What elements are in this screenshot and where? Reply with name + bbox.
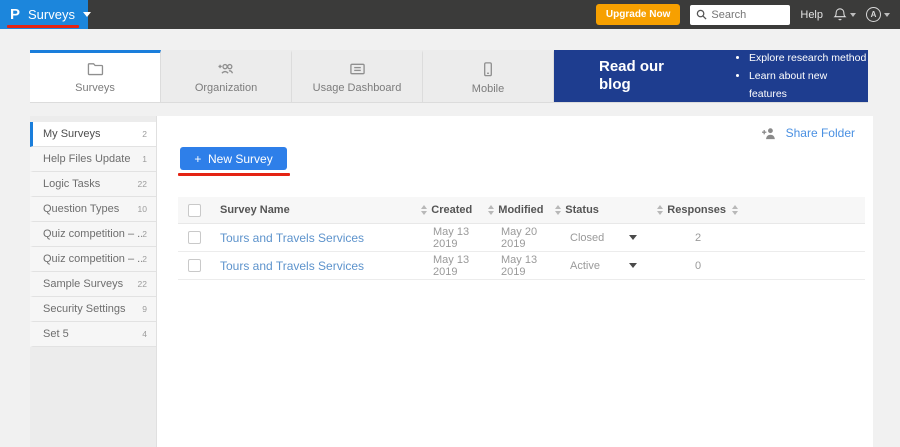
folder-count: 4 (142, 329, 147, 339)
read-our-blog-banner[interactable]: Read our blog Explore research method Le… (554, 50, 868, 102)
new-survey-button[interactable]: + New Survey (180, 147, 287, 170)
status-dropdown[interactable]: Active (555, 260, 653, 272)
sort-icon[interactable] (488, 205, 494, 215)
table-row: Tours and Travels Services May 13 2019 M… (178, 252, 865, 280)
folder-count: 2 (142, 254, 147, 264)
share-folder-link[interactable]: Share Folder (761, 126, 855, 140)
top-bar: P Surveys Upgrade Now Help A (0, 0, 900, 29)
survey-name-link[interactable]: Tours and Travels Services (220, 231, 364, 245)
sidebar-item-my-surveys[interactable]: My Surveys 2 (30, 122, 156, 147)
column-header-modified[interactable]: Modified (485, 204, 552, 216)
notifications-menu[interactable] (833, 7, 856, 22)
help-link[interactable]: Help (800, 9, 823, 21)
sidebar-item-quiz-competition-1[interactable]: Quiz competition – ... 2 (30, 222, 156, 247)
share-person-icon (761, 127, 778, 140)
primary-tabs: Surveys Organization Usage Dashboard Mob… (30, 50, 868, 103)
row-checkbox[interactable] (188, 259, 201, 272)
blog-bullet: Explore research method (749, 49, 868, 67)
avatar: A (866, 7, 881, 22)
chevron-down-icon (83, 12, 91, 17)
chevron-down-icon (629, 235, 637, 240)
column-header-status[interactable]: Status (552, 204, 650, 216)
bell-icon (833, 7, 847, 22)
tab-surveys[interactable]: Surveys (30, 50, 161, 102)
add-people-icon (216, 61, 236, 77)
tab-label: Surveys (75, 82, 115, 94)
blog-banner-bullets: Explore research method Learn about new … (737, 49, 868, 103)
sort-icon[interactable] (657, 205, 663, 215)
sidebar-item-security-settings[interactable]: Security Settings 9 (30, 297, 156, 322)
main-panel: My Surveys 2 Help Files Update 1 Logic T… (30, 116, 873, 447)
tab-organization[interactable]: Organization (161, 50, 292, 102)
dashboard-icon (348, 61, 367, 77)
created-date: May 13 2019 (421, 226, 488, 250)
responses-count: 0 (653, 260, 738, 272)
column-header-responses[interactable]: Responses (650, 204, 738, 216)
table-header-row: Survey Name Created Modified Status Resp… (178, 197, 865, 224)
proprofs-logo-icon: P (10, 7, 20, 22)
search-icon (696, 9, 707, 20)
search-box[interactable] (690, 5, 790, 25)
annotation-underline-new-survey (178, 173, 290, 176)
status-dropdown[interactable]: Closed (555, 232, 653, 244)
folder-count: 2 (142, 129, 147, 139)
status-value: Closed (570, 232, 604, 244)
column-header-survey-name[interactable]: Survey Name (215, 204, 418, 216)
row-checkbox[interactable] (188, 231, 201, 244)
tab-label: Usage Dashboard (313, 82, 402, 94)
select-all-checkbox[interactable] (188, 204, 201, 217)
folder-count: 10 (138, 204, 147, 214)
plus-icon: + (194, 152, 201, 166)
column-header-created[interactable]: Created (418, 204, 485, 216)
created-date: May 13 2019 (421, 254, 488, 278)
table-row: Tours and Travels Services May 13 2019 M… (178, 224, 865, 252)
sort-icon[interactable] (555, 205, 561, 215)
tab-mobile[interactable]: Mobile (423, 50, 554, 102)
chevron-down-icon (850, 13, 856, 17)
annotation-underline-surveys (7, 25, 79, 28)
folder-count: 2 (142, 229, 147, 239)
sidebar-item-logic-tasks[interactable]: Logic Tasks 22 (30, 172, 156, 197)
sort-icon[interactable] (732, 205, 738, 215)
tab-label: Organization (195, 82, 257, 94)
surveys-table: Survey Name Created Modified Status Resp… (178, 197, 865, 280)
sidebar-item-help-files-update[interactable]: Help Files Update 1 (30, 147, 156, 172)
chevron-down-icon (629, 263, 637, 268)
modified-date: May 20 2019 (488, 226, 555, 250)
responses-count: 2 (653, 232, 738, 244)
tab-usage-dashboard[interactable]: Usage Dashboard (292, 50, 423, 102)
upgrade-now-button[interactable]: Upgrade Now (596, 4, 680, 25)
folder-count: 9 (142, 304, 147, 314)
chevron-down-icon (884, 13, 890, 17)
blog-banner-title: Read our blog (599, 58, 679, 94)
folder-count: 1 (142, 154, 147, 164)
tab-label: Mobile (472, 83, 504, 95)
sidebar-item-set-5[interactable]: Set 5 4 (30, 322, 156, 347)
sidebar-item-question-types[interactable]: Question Types 10 (30, 197, 156, 222)
folders-sidebar: My Surveys 2 Help Files Update 1 Logic T… (30, 116, 157, 447)
search-input[interactable] (711, 9, 781, 21)
sidebar-item-sample-surveys[interactable]: Sample Surveys 22 (30, 272, 156, 297)
mobile-icon (480, 61, 496, 78)
folder-icon (86, 61, 105, 77)
sort-icon[interactable] (421, 205, 427, 215)
header-checkbox-cell (178, 204, 215, 217)
modified-date: May 13 2019 (488, 254, 555, 278)
status-value: Active (570, 260, 600, 272)
product-switcher[interactable]: P Surveys (0, 0, 88, 29)
folder-count: 22 (138, 279, 147, 289)
surveys-content: Share Folder + New Survey Survey Name Cr… (157, 116, 873, 447)
blog-bullet: Learn about new features (749, 67, 868, 103)
account-menu[interactable]: A (866, 7, 890, 22)
product-label: Surveys (28, 7, 75, 22)
sidebar-item-quiz-competition-2[interactable]: Quiz competition – ... 2 (30, 247, 156, 272)
folder-count: 22 (138, 179, 147, 189)
survey-name-link[interactable]: Tours and Travels Services (220, 259, 364, 273)
